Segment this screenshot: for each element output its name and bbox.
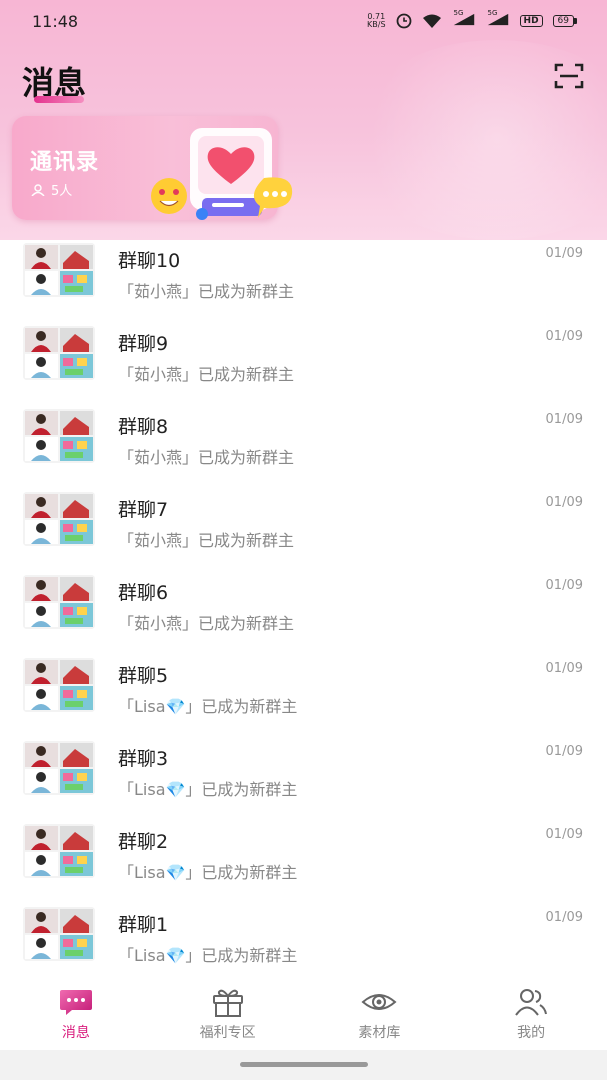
chat-date: 01/09 bbox=[545, 910, 583, 925]
chat-list-item[interactable]: 群聊10 「茹小燕」已成为新群主 01/09 bbox=[0, 238, 607, 321]
chat-preview: 「茹小燕」已成为新群主 bbox=[118, 531, 295, 550]
chat-date: 01/09 bbox=[545, 246, 583, 261]
contacts-title: 通讯录 bbox=[30, 150, 100, 175]
tab-messages[interactable]: 消息 bbox=[0, 978, 152, 1050]
chat-list-item[interactable]: 群聊5 「Lisa💎」已成为新群主 01/09 bbox=[0, 653, 607, 736]
net-speed: 0.71 KB/S bbox=[367, 13, 386, 29]
group-avatar bbox=[23, 824, 95, 878]
eye-icon bbox=[361, 994, 397, 1010]
status-time: 11:48 bbox=[32, 11, 79, 31]
tab-materials[interactable]: 素材库 bbox=[304, 978, 456, 1050]
chat-list-item[interactable]: 群聊3 「Lisa💎」已成为新群主 01/09 bbox=[0, 736, 607, 819]
chat-date: 01/09 bbox=[545, 661, 583, 676]
wifi-icon bbox=[422, 14, 441, 28]
bottom-tab-bar: 消息 福利专区 素材库 我的 bbox=[0, 978, 607, 1050]
chat-name: 群聊7 bbox=[118, 499, 169, 521]
profile-icon bbox=[515, 989, 548, 1016]
contacts-count: 5人 bbox=[30, 180, 72, 199]
chat-list: 群聊10 「茹小燕」已成为新群主 01/09 群聊9 「茹小燕」已成为新群主 0… bbox=[0, 238, 607, 985]
chat-preview: 「茹小燕」已成为新群主 bbox=[118, 614, 295, 633]
chat-date: 01/09 bbox=[545, 578, 583, 593]
chat-name: 群聊2 bbox=[118, 831, 169, 853]
chat-list-item[interactable]: 群聊6 「茹小燕」已成为新群主 01/09 bbox=[0, 570, 607, 653]
chat-date: 01/09 bbox=[545, 744, 583, 759]
chat-preview: 「Lisa💎」已成为新群主 bbox=[118, 863, 298, 882]
contacts-count-text: 5人 bbox=[51, 184, 73, 199]
group-avatar bbox=[23, 492, 95, 546]
group-avatar bbox=[23, 907, 95, 961]
signal-label-2: 5G bbox=[487, 9, 498, 17]
tab-profile[interactable]: 我的 bbox=[455, 978, 607, 1050]
net-speed-unit: KB/S bbox=[367, 20, 386, 29]
group-avatar bbox=[23, 243, 95, 297]
status-bar: 11:48 0.71 KB/S 5G 5G HD 69 bbox=[0, 0, 607, 42]
chat-name: 群聊8 bbox=[118, 416, 169, 438]
chat-preview: 「Lisa💎」已成为新群主 bbox=[118, 780, 298, 799]
tab-label: 我的 bbox=[517, 1025, 546, 1041]
chat-name: 群聊1 bbox=[118, 914, 169, 936]
chat-list-item[interactable]: 群聊8 「茹小燕」已成为新群主 01/09 bbox=[0, 404, 607, 487]
contacts-illustration bbox=[151, 128, 293, 220]
group-avatar bbox=[23, 575, 95, 629]
chat-name: 群聊10 bbox=[118, 250, 181, 272]
tab-label: 消息 bbox=[61, 1025, 90, 1041]
signal-1: 5G bbox=[452, 9, 476, 29]
chat-date: 01/09 bbox=[545, 329, 583, 344]
chat-preview: 「Lisa💎」已成为新群主 bbox=[118, 697, 298, 716]
chat-name: 群聊6 bbox=[118, 582, 169, 604]
tab-label: 福利专区 bbox=[199, 1025, 256, 1041]
chat-date: 01/09 bbox=[545, 412, 583, 427]
chat-name: 群聊5 bbox=[118, 665, 169, 687]
chat-name: 群聊3 bbox=[118, 748, 169, 770]
chat-date: 01/09 bbox=[545, 827, 583, 842]
alarm-icon bbox=[396, 13, 411, 29]
chat-preview: 「茹小燕」已成为新群主 bbox=[118, 365, 295, 384]
gift-icon bbox=[212, 989, 243, 1017]
tab-label: 素材库 bbox=[358, 1025, 401, 1041]
hd-icon: HD bbox=[519, 15, 543, 27]
chat-preview: 「茹小燕」已成为新群主 bbox=[118, 282, 295, 301]
signal-label-1: 5G bbox=[453, 9, 464, 17]
group-avatar bbox=[23, 326, 95, 380]
chat-list-item[interactable]: 群聊1 「Lisa💎」已成为新群主 01/09 bbox=[0, 902, 607, 985]
battery-level: 69 bbox=[552, 15, 574, 27]
title-underline bbox=[34, 96, 84, 103]
scan-icon[interactable] bbox=[554, 62, 584, 90]
chat-preview: 「茹小燕」已成为新群主 bbox=[118, 448, 295, 467]
home-indicator[interactable] bbox=[240, 1062, 368, 1067]
battery-icon: 69 bbox=[552, 15, 577, 27]
group-avatar bbox=[23, 741, 95, 795]
group-avatar bbox=[23, 409, 95, 463]
contacts-card[interactable]: 通讯录 5人 bbox=[12, 116, 293, 220]
chat-list-item[interactable]: 群聊9 「茹小燕」已成为新群主 01/09 bbox=[0, 321, 607, 404]
message-icon bbox=[59, 990, 92, 1015]
chat-name: 群聊9 bbox=[118, 333, 169, 355]
header: 11:48 0.71 KB/S 5G 5G HD 69 消息 通讯录 5人 bbox=[0, 0, 607, 240]
status-icons: 0.71 KB/S 5G 5G HD 69 bbox=[367, 9, 577, 29]
chat-list-item[interactable]: 群聊2 「Lisa💎」已成为新群主 01/09 bbox=[0, 819, 607, 902]
chat-date: 01/09 bbox=[545, 495, 583, 510]
chat-preview: 「Lisa💎」已成为新群主 bbox=[118, 946, 298, 965]
people-icon bbox=[31, 183, 45, 196]
tab-welfare[interactable]: 福利专区 bbox=[152, 978, 304, 1050]
signal-2: 5G bbox=[486, 9, 510, 29]
group-avatar bbox=[23, 658, 95, 712]
chat-list-item[interactable]: 群聊7 「茹小燕」已成为新群主 01/09 bbox=[0, 487, 607, 570]
